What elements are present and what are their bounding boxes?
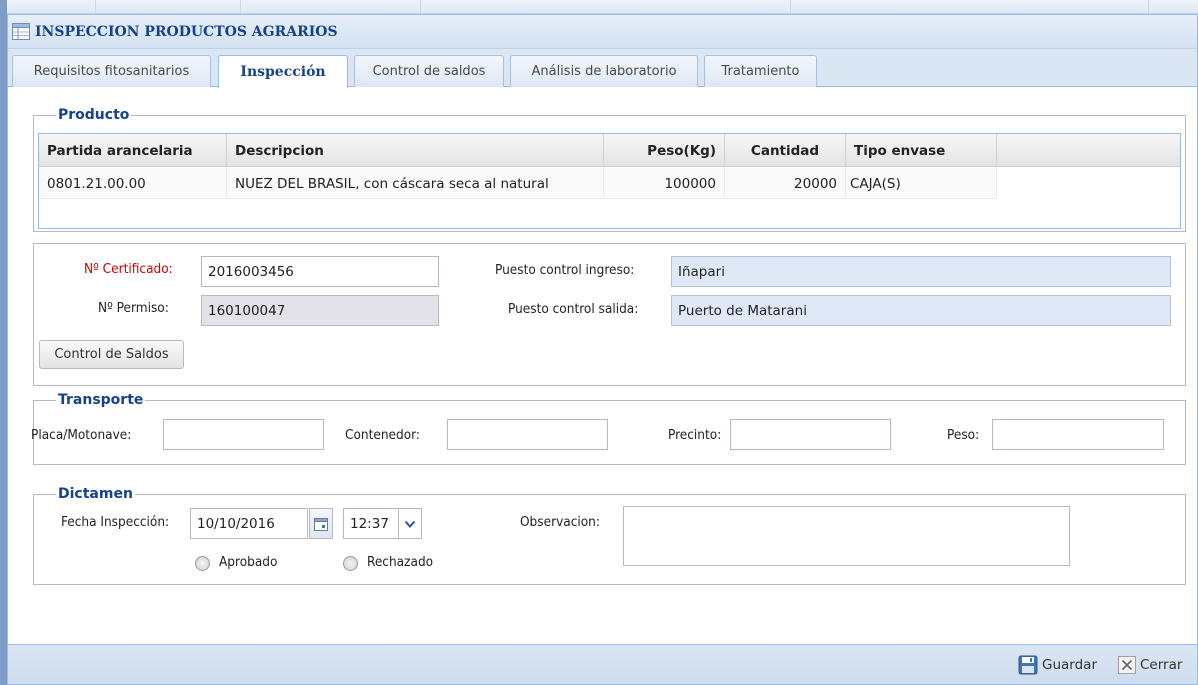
rechazado-label: Rechazado	[367, 554, 434, 570]
window-title: INSPECCION PRODUCTOS AGRARIOS	[35, 24, 338, 40]
tab-tratamiento[interactable]: Tratamiento	[704, 55, 817, 87]
rechazado-radio[interactable]	[343, 556, 358, 571]
producto-legend: Producto	[58, 107, 130, 123]
control-de-saldos-button[interactable]: Control de Saldos	[39, 340, 184, 369]
fecha-inspeccion-label: Fecha Inspección:	[61, 514, 170, 530]
placa-label: Placa/Motonave:	[31, 427, 132, 443]
tab-strip: Requisitos fitosanitarios Inspección Con…	[8, 49, 1197, 88]
peso-input[interactable]	[992, 419, 1164, 450]
certificado-input[interactable]: 2016003456	[201, 256, 439, 287]
window-titlebar: INSPECCION PRODUCTOS AGRARIOS	[8, 15, 1197, 49]
permiso-label: Nº Permiso:	[98, 300, 169, 316]
dictamen-legend: Dictamen	[58, 486, 133, 502]
aprobado-label: Aprobado	[219, 554, 278, 570]
puesto-ingreso-label: Puesto control ingreso:	[495, 262, 635, 278]
close-button[interactable]: Cerrar	[1118, 653, 1182, 677]
window-footer: Guardar Cerrar	[8, 644, 1197, 684]
cell-tipo-envase: CAJA(S)	[846, 168, 997, 199]
background-window-strip	[0, 0, 1198, 14]
tab-analisis-de-laboratorio[interactable]: Análisis de laboratorio	[510, 55, 698, 87]
contenedor-input[interactable]	[447, 419, 608, 450]
placa-input[interactable]	[163, 419, 324, 450]
permiso-input[interactable]: 160100047	[201, 295, 439, 326]
precinto-label: Precinto:	[668, 427, 722, 443]
tab-control-de-saldos[interactable]: Control de saldos	[354, 55, 504, 87]
grid-window-icon	[12, 23, 30, 40]
close-label: Cerrar	[1140, 657, 1183, 673]
tab-requisitos-fitosanitarios[interactable]: Requisitos fitosanitarios	[12, 55, 211, 87]
table-row[interactable]: 0801.21.00.00 NUEZ DEL BRASIL, con cásca…	[39, 168, 997, 199]
puesto-ingreso-input[interactable]: Iñapari	[671, 256, 1171, 287]
puesto-salida-input[interactable]: Puerto de Matarani	[671, 295, 1171, 326]
puesto-salida-label: Puesto control salida:	[508, 301, 639, 317]
observacion-textarea[interactable]	[623, 506, 1070, 566]
cell-descripcion: NUEZ DEL BRASIL, con cáscara seca al nat…	[227, 168, 604, 199]
save-label: Guardar	[1042, 657, 1097, 673]
calendar-icon[interactable]	[309, 508, 333, 539]
peso-label: Peso:	[947, 427, 980, 443]
transporte-legend: Transporte	[58, 392, 144, 408]
tab-inspeccion[interactable]: Inspección	[218, 55, 348, 88]
left-edge-frame	[0, 0, 7, 685]
column-header-partida[interactable]: Partida arancelaria	[39, 134, 227, 167]
aprobado-radio[interactable]	[195, 556, 210, 571]
column-header-cantidad[interactable]: Cantidad	[725, 134, 846, 167]
save-button[interactable]: Guardar	[1018, 653, 1097, 677]
hora-input[interactable]: 12:37	[343, 508, 399, 539]
floppy-disk-icon	[1018, 655, 1038, 675]
observacion-label: Observacion:	[520, 514, 600, 530]
column-header-peso[interactable]: Peso(Kg)	[604, 134, 725, 167]
producto-grid: Partida arancelaria Descripcion Peso(Kg)…	[38, 133, 1181, 229]
column-header-tipo-envase[interactable]: Tipo envase	[846, 134, 997, 167]
inspection-window: INSPECCION PRODUCTOS AGRARIOS Requisitos…	[7, 14, 1198, 685]
precinto-input[interactable]	[730, 419, 891, 450]
cell-partida: 0801.21.00.00	[39, 168, 227, 199]
contenedor-label: Contenedor:	[345, 427, 421, 443]
close-x-icon	[1118, 656, 1136, 674]
fecha-inspeccion-input[interactable]: 10/10/2016	[190, 508, 308, 539]
cell-peso: 100000	[604, 168, 725, 199]
chevron-down-icon[interactable]	[398, 508, 422, 539]
certificado-label: Nº Certificado:	[84, 261, 173, 277]
cell-cantidad: 20000	[725, 168, 846, 199]
grid-header: Partida arancelaria Descripcion Peso(Kg)…	[39, 134, 1180, 167]
column-header-descripcion[interactable]: Descripcion	[227, 134, 604, 167]
